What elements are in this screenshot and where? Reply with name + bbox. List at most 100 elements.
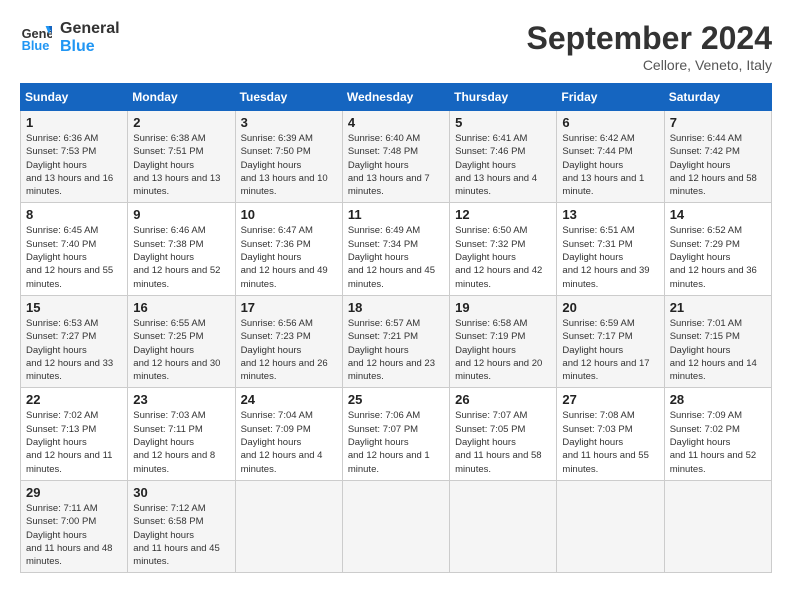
day-number: 7: [670, 115, 766, 130]
calendar-cell: 1 Sunrise: 6:36 AM Sunset: 7:53 PM Dayli…: [21, 111, 128, 203]
calendar-cell: 23 Sunrise: 7:03 AM Sunset: 7:11 PM Dayl…: [128, 388, 235, 480]
day-number: 19: [455, 300, 551, 315]
day-number: 15: [26, 300, 122, 315]
day-number: 10: [241, 207, 337, 222]
day-info: Sunrise: 6:47 AM Sunset: 7:36 PM Dayligh…: [241, 224, 337, 290]
weekday-friday: Friday: [557, 84, 664, 111]
calendar-cell: 11 Sunrise: 6:49 AM Sunset: 7:34 PM Dayl…: [342, 203, 449, 295]
calendar-cell: 2 Sunrise: 6:38 AM Sunset: 7:51 PM Dayli…: [128, 111, 235, 203]
calendar-cell: 21 Sunrise: 7:01 AM Sunset: 7:15 PM Dayl…: [664, 295, 771, 387]
calendar-cell: 19 Sunrise: 6:58 AM Sunset: 7:19 PM Dayl…: [450, 295, 557, 387]
day-number: 12: [455, 207, 551, 222]
calendar-cell: 28 Sunrise: 7:09 AM Sunset: 7:02 PM Dayl…: [664, 388, 771, 480]
day-info: Sunrise: 6:45 AM Sunset: 7:40 PM Dayligh…: [26, 224, 122, 290]
day-info: Sunrise: 6:40 AM Sunset: 7:48 PM Dayligh…: [348, 132, 444, 198]
day-number: 3: [241, 115, 337, 130]
calendar-cell: [664, 480, 771, 572]
calendar-cell: 18 Sunrise: 6:57 AM Sunset: 7:21 PM Dayl…: [342, 295, 449, 387]
day-info: Sunrise: 6:39 AM Sunset: 7:50 PM Dayligh…: [241, 132, 337, 198]
calendar-cell: [235, 480, 342, 572]
day-info: Sunrise: 6:46 AM Sunset: 7:38 PM Dayligh…: [133, 224, 229, 290]
day-info: Sunrise: 6:41 AM Sunset: 7:46 PM Dayligh…: [455, 132, 551, 198]
day-number: 26: [455, 392, 551, 407]
day-number: 1: [26, 115, 122, 130]
day-info: Sunrise: 7:07 AM Sunset: 7:05 PM Dayligh…: [455, 409, 551, 475]
day-info: Sunrise: 6:51 AM Sunset: 7:31 PM Dayligh…: [562, 224, 658, 290]
calendar-cell: 14 Sunrise: 6:52 AM Sunset: 7:29 PM Dayl…: [664, 203, 771, 295]
calendar-cell: [557, 480, 664, 572]
day-number: 13: [562, 207, 658, 222]
day-number: 22: [26, 392, 122, 407]
weekday-sunday: Sunday: [21, 84, 128, 111]
calendar-cell: 20 Sunrise: 6:59 AM Sunset: 7:17 PM Dayl…: [557, 295, 664, 387]
calendar-week-3: 15 Sunrise: 6:53 AM Sunset: 7:27 PM Dayl…: [21, 295, 772, 387]
day-number: 8: [26, 207, 122, 222]
calendar-cell: 9 Sunrise: 6:46 AM Sunset: 7:38 PM Dayli…: [128, 203, 235, 295]
calendar-body: 1 Sunrise: 6:36 AM Sunset: 7:53 PM Dayli…: [21, 111, 772, 573]
day-info: Sunrise: 7:04 AM Sunset: 7:09 PM Dayligh…: [241, 409, 337, 475]
day-info: Sunrise: 6:49 AM Sunset: 7:34 PM Dayligh…: [348, 224, 444, 290]
day-number: 23: [133, 392, 229, 407]
weekday-wednesday: Wednesday: [342, 84, 449, 111]
day-info: Sunrise: 6:53 AM Sunset: 7:27 PM Dayligh…: [26, 317, 122, 383]
calendar-cell: 12 Sunrise: 6:50 AM Sunset: 7:32 PM Dayl…: [450, 203, 557, 295]
day-number: 14: [670, 207, 766, 222]
day-number: 4: [348, 115, 444, 130]
calendar-cell: 30 Sunrise: 7:12 AM Sunset: 6:58 PM Dayl…: [128, 480, 235, 572]
page-header: General Blue General Blue September 2024…: [20, 20, 772, 73]
weekday-monday: Monday: [128, 84, 235, 111]
title-area: September 2024 Cellore, Veneto, Italy: [527, 20, 772, 73]
month-title: September 2024: [527, 20, 772, 57]
day-info: Sunrise: 7:09 AM Sunset: 7:02 PM Dayligh…: [670, 409, 766, 475]
day-number: 2: [133, 115, 229, 130]
calendar-cell: 5 Sunrise: 6:41 AM Sunset: 7:46 PM Dayli…: [450, 111, 557, 203]
day-info: Sunrise: 7:01 AM Sunset: 7:15 PM Dayligh…: [670, 317, 766, 383]
location-subtitle: Cellore, Veneto, Italy: [527, 57, 772, 73]
day-number: 30: [133, 485, 229, 500]
day-info: Sunrise: 7:06 AM Sunset: 7:07 PM Dayligh…: [348, 409, 444, 475]
day-info: Sunrise: 7:08 AM Sunset: 7:03 PM Dayligh…: [562, 409, 658, 475]
day-number: 27: [562, 392, 658, 407]
day-info: Sunrise: 6:38 AM Sunset: 7:51 PM Dayligh…: [133, 132, 229, 198]
calendar-cell: 15 Sunrise: 6:53 AM Sunset: 7:27 PM Dayl…: [21, 295, 128, 387]
calendar-cell: 29 Sunrise: 7:11 AM Sunset: 7:00 PM Dayl…: [21, 480, 128, 572]
day-number: 11: [348, 207, 444, 222]
calendar-cell: 26 Sunrise: 7:07 AM Sunset: 7:05 PM Dayl…: [450, 388, 557, 480]
weekday-header-row: SundayMondayTuesdayWednesdayThursdayFrid…: [21, 84, 772, 111]
calendar-cell: 13 Sunrise: 6:51 AM Sunset: 7:31 PM Dayl…: [557, 203, 664, 295]
calendar-table: SundayMondayTuesdayWednesdayThursdayFrid…: [20, 83, 772, 573]
calendar-cell: [342, 480, 449, 572]
day-info: Sunrise: 6:56 AM Sunset: 7:23 PM Dayligh…: [241, 317, 337, 383]
day-info: Sunrise: 6:42 AM Sunset: 7:44 PM Dayligh…: [562, 132, 658, 198]
calendar-cell: 22 Sunrise: 7:02 AM Sunset: 7:13 PM Dayl…: [21, 388, 128, 480]
logo-icon: General Blue: [20, 22, 52, 54]
day-info: Sunrise: 7:11 AM Sunset: 7:00 PM Dayligh…: [26, 502, 122, 568]
day-number: 20: [562, 300, 658, 315]
calendar-cell: 24 Sunrise: 7:04 AM Sunset: 7:09 PM Dayl…: [235, 388, 342, 480]
day-number: 16: [133, 300, 229, 315]
calendar-cell: 17 Sunrise: 6:56 AM Sunset: 7:23 PM Dayl…: [235, 295, 342, 387]
calendar-cell: 7 Sunrise: 6:44 AM Sunset: 7:42 PM Dayli…: [664, 111, 771, 203]
day-info: Sunrise: 6:36 AM Sunset: 7:53 PM Dayligh…: [26, 132, 122, 198]
day-info: Sunrise: 6:52 AM Sunset: 7:29 PM Dayligh…: [670, 224, 766, 290]
calendar-cell: 4 Sunrise: 6:40 AM Sunset: 7:48 PM Dayli…: [342, 111, 449, 203]
weekday-thursday: Thursday: [450, 84, 557, 111]
day-number: 21: [670, 300, 766, 315]
calendar-cell: 3 Sunrise: 6:39 AM Sunset: 7:50 PM Dayli…: [235, 111, 342, 203]
calendar-cell: 25 Sunrise: 7:06 AM Sunset: 7:07 PM Dayl…: [342, 388, 449, 480]
day-number: 18: [348, 300, 444, 315]
day-info: Sunrise: 7:12 AM Sunset: 6:58 PM Dayligh…: [133, 502, 229, 568]
day-info: Sunrise: 6:44 AM Sunset: 7:42 PM Dayligh…: [670, 132, 766, 198]
calendar-cell: 27 Sunrise: 7:08 AM Sunset: 7:03 PM Dayl…: [557, 388, 664, 480]
calendar-cell: 16 Sunrise: 6:55 AM Sunset: 7:25 PM Dayl…: [128, 295, 235, 387]
calendar-week-4: 22 Sunrise: 7:02 AM Sunset: 7:13 PM Dayl…: [21, 388, 772, 480]
day-info: Sunrise: 6:58 AM Sunset: 7:19 PM Dayligh…: [455, 317, 551, 383]
day-number: 6: [562, 115, 658, 130]
day-number: 24: [241, 392, 337, 407]
day-info: Sunrise: 6:59 AM Sunset: 7:17 PM Dayligh…: [562, 317, 658, 383]
calendar-week-2: 8 Sunrise: 6:45 AM Sunset: 7:40 PM Dayli…: [21, 203, 772, 295]
day-info: Sunrise: 7:02 AM Sunset: 7:13 PM Dayligh…: [26, 409, 122, 475]
day-info: Sunrise: 6:57 AM Sunset: 7:21 PM Dayligh…: [348, 317, 444, 383]
calendar-cell: 10 Sunrise: 6:47 AM Sunset: 7:36 PM Dayl…: [235, 203, 342, 295]
day-info: Sunrise: 6:55 AM Sunset: 7:25 PM Dayligh…: [133, 317, 229, 383]
